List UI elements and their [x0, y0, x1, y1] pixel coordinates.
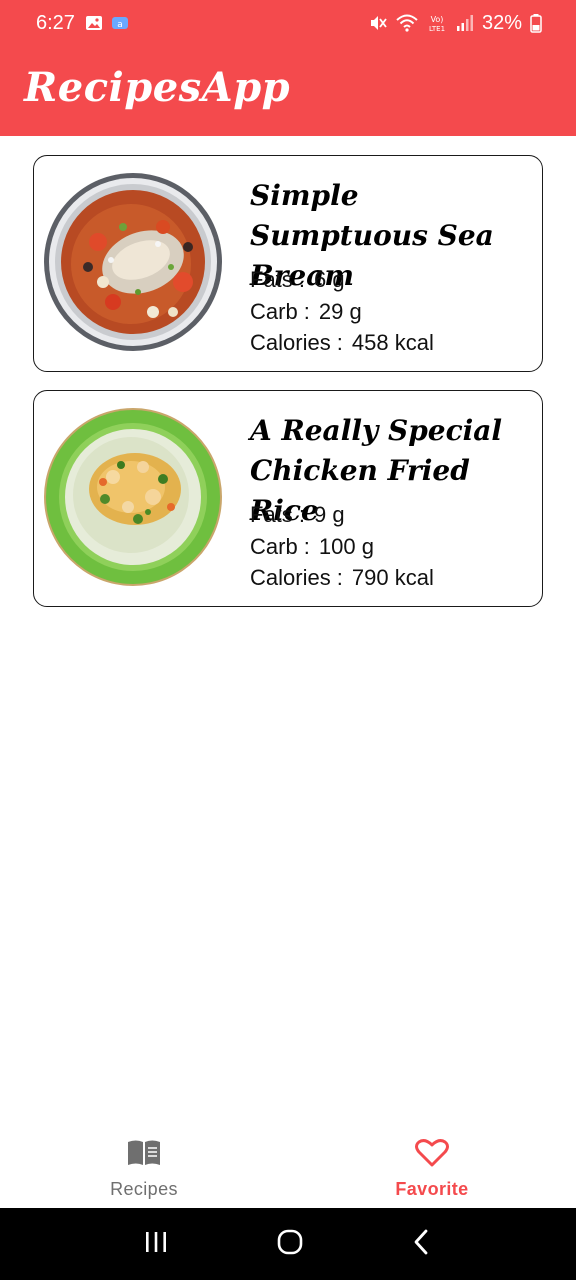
signal-icon	[456, 14, 474, 32]
nav-recipes[interactable]: Recipes	[0, 1124, 288, 1208]
svg-text:LTE1: LTE1	[429, 25, 445, 33]
calories-label: Calories :	[250, 330, 343, 355]
calories-row: Calories : 458 kcal	[250, 327, 434, 359]
mute-icon	[368, 13, 388, 33]
carb-row: Carb : 29 g	[250, 296, 434, 328]
recipe-card[interactable]: Simple Sumptuous Sea Bream Fats : 6 g Ca…	[33, 155, 543, 372]
recipe-image	[44, 408, 222, 586]
carb-value: 100 g	[318, 533, 374, 559]
back-icon[interactable]	[411, 1228, 433, 1261]
svg-text:Vo): Vo)	[431, 15, 444, 24]
fats-value: 6 g	[314, 267, 345, 292]
bottom-navigation: Recipes Favorite	[0, 1124, 576, 1208]
heart-icon	[415, 1138, 449, 1173]
recents-icon[interactable]	[143, 1230, 169, 1259]
carb-label: Carb :	[250, 298, 310, 324]
fats-row: Fats : 9 g	[250, 499, 434, 531]
nutrition-info: Fats : 6 g Carb : 29 g Calories : 458 kc…	[250, 264, 434, 359]
nav-recipes-label: Recipes	[110, 1179, 178, 1199]
fats-label: Fats :	[250, 267, 306, 292]
recipe-card[interactable]: A Really Special Chicken Fried Rice Fats…	[33, 390, 543, 607]
battery-icon	[530, 13, 542, 33]
wifi-icon	[396, 13, 418, 33]
fats-row: Fats : 6 g	[250, 264, 434, 296]
nutrition-info: Fats : 9 g Carb : 100 g Calories : 790 k…	[250, 499, 434, 594]
fats-label: Fats :	[250, 502, 306, 527]
gallery-icon	[85, 14, 103, 32]
app-icon: a	[111, 14, 129, 32]
carb-row: Carb : 100 g	[250, 531, 434, 563]
calories-value: 790 kcal	[351, 565, 434, 590]
svg-text:a: a	[117, 20, 123, 30]
status-bar: 6:27 a Vo) LTE1 32%	[0, 0, 576, 46]
carb-value: 29 g	[318, 298, 362, 324]
recipe-image	[44, 173, 222, 351]
nav-favorite-label: Favorite	[395, 1179, 469, 1199]
fats-value: 9 g	[314, 502, 345, 527]
app-title: RecipesApp	[24, 64, 291, 111]
app-bar: 6:27 a Vo) LTE1 32% RecipesApp	[0, 0, 576, 136]
home-icon[interactable]	[276, 1228, 304, 1261]
screen: 6:27 a Vo) LTE1 32% RecipesApp Simple Su…	[0, 0, 576, 1280]
carb-label: Carb :	[250, 533, 310, 559]
status-time: 6:27	[36, 11, 75, 34]
system-navigation-bar	[0, 1208, 576, 1280]
volte-icon: Vo) LTE1	[426, 13, 448, 33]
battery-percentage: 32%	[481, 11, 522, 34]
recipe-list: Simple Sumptuous Sea Bream Fats : 6 g Ca…	[33, 155, 543, 625]
calories-row: Calories : 790 kcal	[250, 562, 434, 594]
calories-value: 458 kcal	[351, 330, 434, 355]
calories-label: Calories :	[250, 565, 343, 590]
nav-favorite[interactable]: Favorite	[288, 1124, 576, 1208]
book-icon	[126, 1138, 162, 1173]
